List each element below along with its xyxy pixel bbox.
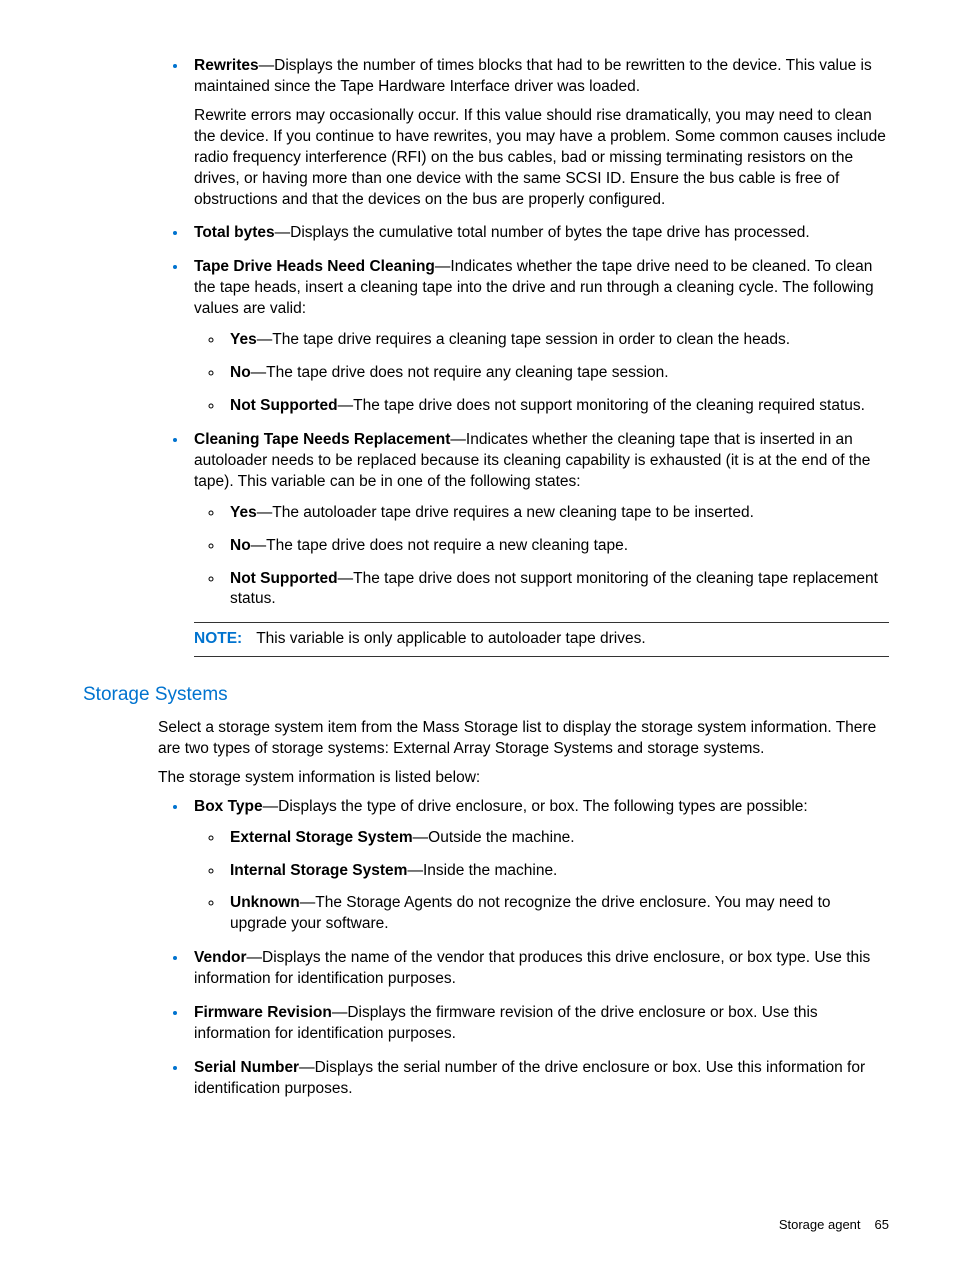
list-item: Vendor—Displays the name of the vendor t… (188, 948, 889, 990)
list-item: Not Supported—The tape drive does not su… (224, 569, 889, 611)
list-item: Unknown—The Storage Agents do not recogn… (224, 893, 889, 935)
list-item: Total bytes—Displays the cumulative tota… (188, 223, 889, 244)
text: Yes—The autoloader tape drive requires a… (230, 504, 754, 521)
note-label: NOTE: (194, 630, 242, 647)
text: External Storage System—Outside the mach… (230, 829, 575, 846)
list-item: Serial Number—Displays the serial number… (188, 1058, 889, 1100)
list-item: Firmware Revision—Displays the firmware … (188, 1003, 889, 1045)
text: Internal Storage System—Inside the machi… (230, 862, 557, 879)
list-item: Yes—The tape drive requires a cleaning t… (224, 330, 889, 351)
text: No—The tape drive does not require any c… (230, 364, 669, 381)
text: Not Supported—The tape drive does not su… (230, 570, 878, 608)
text: Unknown—The Storage Agents do not recogn… (230, 894, 831, 932)
list-item: Rewrites—Displays the number of times bl… (188, 56, 889, 210)
text: Firmware Revision—Displays the firmware … (194, 1004, 818, 1042)
paragraph: The storage system information is listed… (158, 768, 889, 789)
list-item: Internal Storage System—Inside the machi… (224, 861, 889, 882)
text: Cleaning Tape Needs Replacement—Indicate… (194, 431, 870, 490)
text: Total bytes—Displays the cumulative tota… (194, 224, 810, 241)
list-item: Cleaning Tape Needs Replacement—Indicate… (188, 430, 889, 657)
list-item: Yes—The autoloader tape drive requires a… (224, 503, 889, 524)
text: Serial Number—Displays the serial number… (194, 1059, 865, 1097)
list-item: External Storage System—Outside the mach… (224, 828, 889, 849)
page-number: 65 (875, 1217, 889, 1232)
note-text: This variable is only applicable to auto… (256, 630, 645, 647)
text: Yes—The tape drive requires a cleaning t… (230, 331, 790, 348)
paragraph: Select a storage system item from the Ma… (158, 718, 889, 760)
list-item: Tape Drive Heads Need Cleaning—Indicates… (188, 257, 889, 417)
text: No—The tape drive does not require a new… (230, 537, 628, 554)
list-item: Box Type—Displays the type of drive encl… (188, 797, 889, 936)
text: Box Type—Displays the type of drive encl… (194, 798, 808, 815)
text: Tape Drive Heads Need Cleaning—Indicates… (194, 258, 874, 317)
footer-title: Storage agent (779, 1217, 861, 1232)
note-block: NOTE: This variable is only applicable to… (194, 622, 889, 657)
text: Vendor—Displays the name of the vendor t… (194, 949, 870, 987)
text: Rewrites—Displays the number of times bl… (194, 57, 872, 95)
paragraph: Rewrite errors may occasionally occur. I… (194, 106, 889, 211)
text: Not Supported—The tape drive does not su… (230, 397, 865, 414)
list-item: No—The tape drive does not require a new… (224, 536, 889, 557)
page-footer: Storage agent 65 (779, 1216, 889, 1234)
heading-storage-systems: Storage Systems (83, 682, 889, 708)
list-item: Not Supported—The tape drive does not su… (224, 396, 889, 417)
list-item: No—The tape drive does not require any c… (224, 363, 889, 384)
